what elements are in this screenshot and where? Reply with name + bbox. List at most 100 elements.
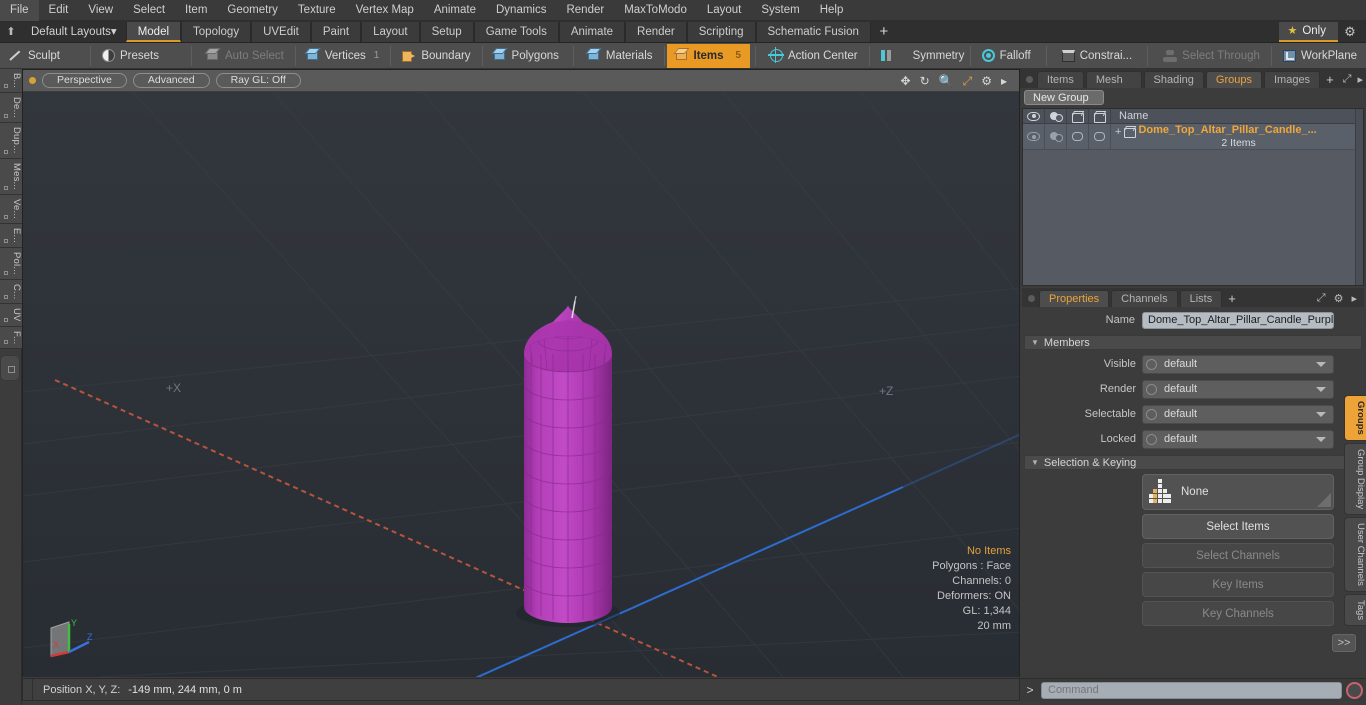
menu-item-system[interactable]: System <box>751 0 809 21</box>
sk-button-none[interactable]: None <box>1142 474 1334 510</box>
fit-icon[interactable]: ⤢ <box>963 75 973 87</box>
gear-icon[interactable]: ⚙ <box>1331 292 1347 307</box>
menu-item-help[interactable]: Help <box>810 0 854 21</box>
viewport-raygl-dropdown[interactable]: Ray GL: Off <box>215 73 301 88</box>
left-tab-extra[interactable] <box>0 355 20 382</box>
action-center-button[interactable]: Action Center <box>761 44 867 68</box>
left-tab-3[interactable]: Mes... <box>0 158 22 195</box>
panel-menu-dot[interactable] <box>1026 76 1033 83</box>
symmetry-button[interactable]: Symmetry <box>872 44 968 68</box>
add-panel-tab-button[interactable]: + <box>1322 72 1340 88</box>
arrow-right-icon[interactable]: ▸ <box>1001 75 1007 87</box>
left-tab-6[interactable]: Pol... <box>0 247 22 280</box>
menu-item-texture[interactable]: Texture <box>288 0 346 21</box>
members-section-header[interactable]: ▼ Members <box>1024 335 1362 350</box>
expand-icon[interactable]: ⤢ <box>1314 292 1329 307</box>
panel-tab-groups[interactable]: Groups <box>1205 71 1262 88</box>
arrow-right-icon[interactable]: ▸ <box>1348 292 1360 307</box>
member-dropdown-visible[interactable]: default <box>1142 354 1334 374</box>
left-tab-8[interactable]: UV <box>0 304 22 327</box>
layout-tab-schematic-fusion[interactable]: Schematic Fusion <box>755 21 871 42</box>
select-through-button[interactable]: Select Through <box>1154 44 1269 68</box>
menu-item-layout[interactable]: Layout <box>697 0 752 21</box>
constraint-button[interactable]: Constrai... <box>1053 44 1141 68</box>
menu-item-maxtomodo[interactable]: MaxToModo <box>614 0 697 21</box>
menu-item-item[interactable]: Item <box>175 0 217 21</box>
menu-item-render[interactable]: Render <box>556 0 614 21</box>
falloff-button[interactable]: Falloff <box>973 44 1040 68</box>
row-name-cell[interactable]: + Dome_Top_Altar_Pillar_Candle_... 2 Ite… <box>1111 124 1363 149</box>
member-dropdown-render[interactable]: default <box>1142 379 1334 399</box>
right-tab-groups[interactable]: Groups <box>1344 395 1366 441</box>
right-tab-group-display[interactable]: Group Display <box>1344 442 1366 515</box>
menu-item-vertex-map[interactable]: Vertex Map <box>346 0 424 21</box>
groups-list[interactable]: Name + Dome_Top_Altar_Pillar_Candle_... … <box>1022 108 1364 286</box>
presets-button[interactable]: Presets <box>93 44 185 68</box>
viewport-shading-dropdown[interactable]: Advanced <box>132 73 210 88</box>
menu-item-select[interactable]: Select <box>123 0 175 21</box>
layout-tab-model[interactable]: Model <box>125 21 182 42</box>
materials-button[interactable]: Materials <box>579 44 662 68</box>
menu-item-file[interactable]: File <box>0 0 39 21</box>
member-dropdown-selectable[interactable]: default <box>1142 404 1334 424</box>
layout-tab-topology[interactable]: Topology <box>181 21 252 42</box>
row-shaded-toggle[interactable] <box>1089 123 1111 150</box>
status-bar-handle[interactable] <box>23 679 33 700</box>
left-tab-0[interactable]: B... <box>0 69 22 94</box>
left-tab-1[interactable]: De... <box>0 93 22 124</box>
expand-toggle-icon[interactable]: + <box>1115 124 1121 141</box>
menu-item-geometry[interactable]: Geometry <box>217 0 288 21</box>
left-tab-7[interactable]: C... <box>0 279 22 305</box>
gear-icon[interactable]: ⚙ <box>1338 24 1362 40</box>
member-knob-icon[interactable] <box>1146 433 1157 445</box>
add-properties-tab-button[interactable]: + <box>1224 291 1242 307</box>
layout-tab-paint[interactable]: Paint <box>310 21 362 42</box>
default-layouts-dropdown[interactable]: Default Layouts▾ <box>22 22 126 42</box>
workplane-button[interactable]: WorkPlane <box>1274 44 1366 68</box>
layout-tab-animate[interactable]: Animate <box>558 21 626 42</box>
sk-button-select-items[interactable]: Select Items <box>1142 514 1334 539</box>
arrow-right-icon[interactable]: ▸ <box>1354 73 1366 88</box>
gear-icon[interactable]: ⚙ <box>981 75 992 87</box>
member-knob-icon[interactable] <box>1146 383 1157 395</box>
record-icon[interactable] <box>1346 681 1363 699</box>
vertices-button[interactable]: Vertices 1 <box>298 44 388 68</box>
layout-tab-uvedit[interactable]: UVEdit <box>251 21 311 42</box>
home-icon[interactable]: ⬆ <box>0 22 22 42</box>
panel-tab-mesh-[interactable]: Mesh ... <box>1085 71 1142 102</box>
member-knob-icon[interactable] <box>1146 358 1157 370</box>
left-tab-2[interactable]: Dup... <box>0 123 22 159</box>
more-button[interactable]: >> <box>1332 634 1356 652</box>
panel-tab-items[interactable]: Items <box>1036 71 1084 88</box>
layout-tab-layout[interactable]: Layout <box>361 21 420 42</box>
layout-tab-setup[interactable]: Setup <box>419 21 474 42</box>
left-tab-9[interactable]: F... <box>0 326 22 350</box>
left-tab-5[interactable]: E... <box>0 223 22 248</box>
auto-select-button[interactable]: Auto Select <box>198 44 293 68</box>
zoom-icon[interactable]: 🔍 <box>939 75 954 87</box>
member-dropdown-locked[interactable]: default <box>1142 429 1334 449</box>
expand-icon[interactable]: ⤢ <box>1340 73 1355 88</box>
panel-tab-shading[interactable]: Shading <box>1143 71 1204 88</box>
row-render-toggle[interactable] <box>1045 123 1067 150</box>
layout-tab-render[interactable]: Render <box>625 21 687 42</box>
menu-item-edit[interactable]: Edit <box>39 0 79 21</box>
layout-tab-game-tools[interactable]: Game Tools <box>473 21 559 42</box>
viewport-mode-dropdown[interactable]: Perspective <box>42 73 127 88</box>
new-group-button[interactable]: New Group <box>1024 90 1104 105</box>
properties-menu-dot[interactable] <box>1028 295 1035 302</box>
properties-tab-properties[interactable]: Properties <box>1039 290 1110 307</box>
axis-gizmo[interactable]: X Y Z <box>39 614 99 668</box>
command-input[interactable] <box>1041 681 1342 699</box>
right-tab-user-channels[interactable]: User Channels <box>1344 516 1366 592</box>
boundary-button[interactable]: Boundary <box>393 44 479 68</box>
properties-tab-lists[interactable]: Lists <box>1179 290 1223 307</box>
sculpt-button[interactable]: Sculpt <box>0 44 88 68</box>
layout-tab-scripting[interactable]: Scripting <box>686 21 756 42</box>
groups-list-scrollbar[interactable] <box>1355 109 1363 285</box>
member-knob-icon[interactable] <box>1146 408 1157 420</box>
name-field[interactable]: Dome_Top_Altar_Pillar_Candle_Purple <box>1142 311 1334 329</box>
menu-item-animate[interactable]: Animate <box>424 0 486 21</box>
polygons-button[interactable]: Polygons <box>485 44 568 68</box>
properties-tab-channels[interactable]: Channels <box>1111 290 1178 307</box>
